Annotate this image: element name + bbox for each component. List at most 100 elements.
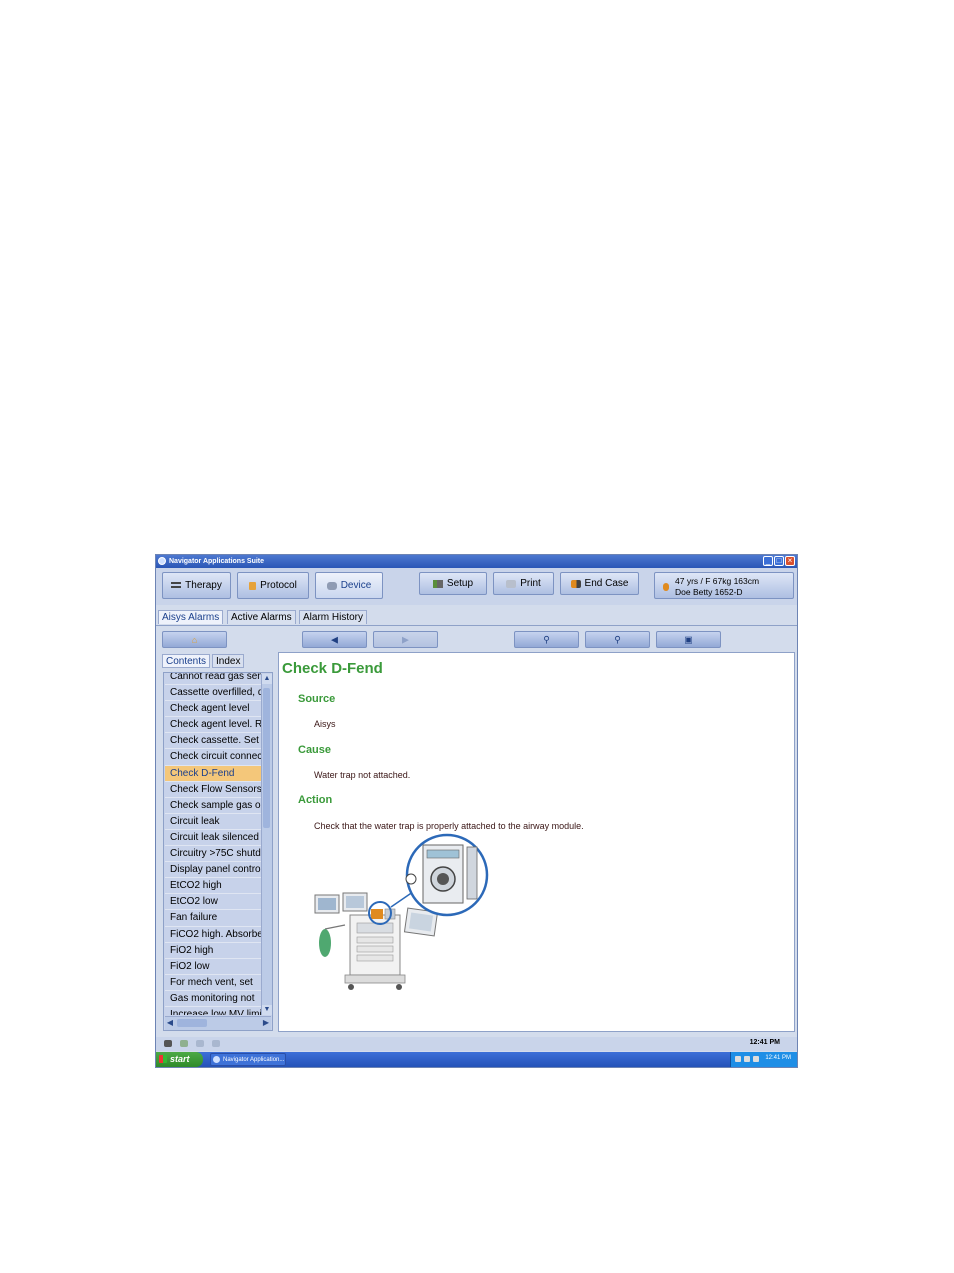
tab-index[interactable]: Index — [212, 654, 245, 668]
printer-icon — [506, 579, 517, 588]
sync-icon: ▣ — [684, 634, 693, 644]
action-heading: Action — [298, 794, 333, 806]
scroll-down-icon[interactable]: ▼ — [262, 1005, 272, 1015]
zoom-out-button[interactable]: ⚲ — [514, 631, 579, 648]
tray-clock: 12:41 PM — [765, 1055, 791, 1061]
zoom-out-icon: ⚲ — [543, 634, 550, 644]
therapy-label: Therapy — [185, 580, 222, 591]
setup-button[interactable]: Setup — [419, 572, 487, 595]
cause-text: Water trap not attached. — [314, 770, 411, 780]
home-icon: ⌂ — [191, 634, 198, 645]
alarm-list-item[interactable]: Check agent level — [165, 701, 261, 718]
alarm-list-item[interactable]: Gas monitoring not — [165, 991, 261, 1007]
maximize-button[interactable]: □ — [774, 556, 784, 566]
end-case-label: End Case — [584, 578, 629, 589]
end-case-icon — [570, 579, 581, 588]
main-tabs: Aisys Alarms Active Alarms Alarm History — [156, 609, 797, 626]
alarm-list-item[interactable]: Check cassette. Set — [165, 733, 261, 750]
sync-toc-button[interactable]: ▣ — [656, 631, 721, 648]
alarm-list-item[interactable]: FiO2 high — [165, 943, 261, 959]
source-text: Aisys — [314, 719, 336, 729]
help-content-pane: Check D-Fend Source Aisys Cause Water tr… — [278, 652, 795, 1032]
device-label: Device — [340, 580, 372, 591]
patient-demographics: 47 yrs / F 67kg 163cm — [675, 576, 760, 586]
help-navigation-bar: ⌂ ◀ ▶ ⚲ ⚲ ▣ — [156, 631, 797, 649]
start-button[interactable]: start — [156, 1052, 203, 1067]
app-icon — [158, 557, 166, 565]
alarm-list-item[interactable]: Circuit leak silenced — [165, 830, 261, 847]
application-window: Navigator Applications Suite _ □ × Thera… — [155, 554, 798, 1068]
alarm-list-item[interactable]: Check circuit connections — [165, 749, 261, 766]
cause-heading: Cause — [298, 744, 332, 756]
alarm-list-item[interactable]: FiO2 low — [165, 959, 261, 975]
close-button[interactable]: × — [785, 556, 795, 566]
alarm-list-item[interactable]: Fan failure — [165, 910, 261, 927]
alarm-list-item[interactable]: Circuit leak — [165, 814, 261, 830]
tab-aisys-alarms[interactable]: Aisys Alarms — [158, 610, 224, 624]
alarm-list-item[interactable]: EtCO2 low — [165, 894, 261, 911]
taskbar-app-item[interactable]: Navigator Application... — [210, 1053, 286, 1066]
horizontal-scroll-thumb[interactable] — [177, 1019, 207, 1027]
alarm-list-item[interactable]: Check sample gas out — [165, 798, 261, 814]
alarm-list-item[interactable]: For mech vent, set — [165, 975, 261, 991]
alarm-list-item[interactable]: Increase low MV limit — [165, 1007, 261, 1015]
alarm-list-item[interactable]: EtCO2 high — [165, 878, 261, 895]
topic-title: Check D-Fend — [282, 660, 383, 677]
end-case-button[interactable]: End Case — [560, 572, 639, 595]
source-heading: Source — [298, 693, 336, 705]
status-indicator-icon — [212, 1040, 220, 1047]
scroll-right-icon[interactable]: ▶ — [261, 1017, 271, 1029]
therapy-button[interactable]: Therapy — [162, 572, 231, 599]
forward-arrow-icon: ▶ — [402, 634, 409, 644]
title-bar: Navigator Applications Suite _ □ × — [156, 555, 797, 568]
protocol-label: Protocol — [260, 580, 297, 591]
alarm-list-item[interactable]: Cassette overfilled, drain — [165, 685, 261, 702]
home-button[interactable]: ⌂ — [162, 631, 227, 648]
alarm-list-item[interactable]: Cannot read gas sensor — [165, 673, 261, 686]
back-button[interactable]: ◀ — [302, 631, 367, 648]
tray-network-icon[interactable] — [735, 1056, 741, 1062]
alarm-list-item[interactable]: Display panel control — [165, 862, 261, 879]
alarm-list-item[interactable]: FiCO2 high. Absorber — [165, 927, 261, 943]
print-button[interactable]: Print — [493, 572, 554, 595]
therapy-icon — [171, 581, 182, 590]
patient-name-id: Doe Betty 1652-D — [675, 587, 743, 597]
alarm-list-item[interactable]: Check D-Fend — [165, 765, 261, 782]
taskbar-app-label: Navigator Application... — [223, 1057, 285, 1063]
status-indicator-icon — [180, 1040, 188, 1047]
scroll-left-icon[interactable]: ◀ — [165, 1017, 175, 1029]
alarm-list-item[interactable]: Check agent level. Refill — [165, 717, 261, 734]
taskbar: start Navigator Application... 12:41 PM — [156, 1052, 797, 1067]
tab-active-alarms[interactable]: Active Alarms — [227, 610, 296, 624]
app-taskbar-icon — [213, 1056, 220, 1063]
status-indicator-icon — [196, 1040, 204, 1047]
horizontal-scrollbar[interactable]: ◀ ▶ — [165, 1016, 271, 1030]
zoom-in-button[interactable]: ⚲ — [585, 631, 650, 648]
system-tray: 12:41 PM — [730, 1052, 797, 1067]
vertical-scroll-thumb[interactable] — [263, 688, 270, 828]
patient-icon — [663, 583, 669, 591]
protocol-button[interactable]: Protocol — [237, 572, 309, 599]
tray-volume-icon[interactable] — [744, 1056, 750, 1062]
vertical-scrollbar[interactable]: ▲ ▼ — [261, 674, 272, 1015]
scroll-up-icon[interactable]: ▲ — [262, 674, 272, 684]
alarm-list: Cannot read gas sensorCassette overfille… — [165, 673, 261, 1015]
action-text: Check that the water trap is properly at… — [314, 821, 584, 831]
device-button[interactable]: Device — [315, 572, 383, 599]
patient-info-button[interactable]: 47 yrs / F 67kg 163cm Doe Betty 1652-D — [654, 572, 794, 599]
window-title: Navigator Applications Suite — [169, 558, 265, 565]
tab-contents[interactable]: Contents — [162, 654, 211, 668]
print-label: Print — [520, 578, 541, 589]
minimize-button[interactable]: _ — [763, 556, 773, 566]
status-bar: 12:41 PM — [156, 1037, 797, 1051]
alarm-list-item[interactable]: Circuitry >75C shutdown — [165, 846, 261, 863]
zoom-in-icon: ⚲ — [614, 634, 621, 644]
tab-alarm-history[interactable]: Alarm History — [299, 610, 368, 624]
status-time: 12:41 PM — [749, 1039, 780, 1046]
start-label: start — [170, 1054, 190, 1064]
main-toolbar: Therapy Protocol Device Setup Print End … — [156, 568, 797, 605]
tray-security-icon[interactable] — [753, 1056, 759, 1062]
setup-label: Setup — [446, 578, 474, 589]
alarm-list-item[interactable]: Check Flow Sensors — [165, 782, 261, 798]
forward-button[interactable]: ▶ — [373, 631, 438, 648]
